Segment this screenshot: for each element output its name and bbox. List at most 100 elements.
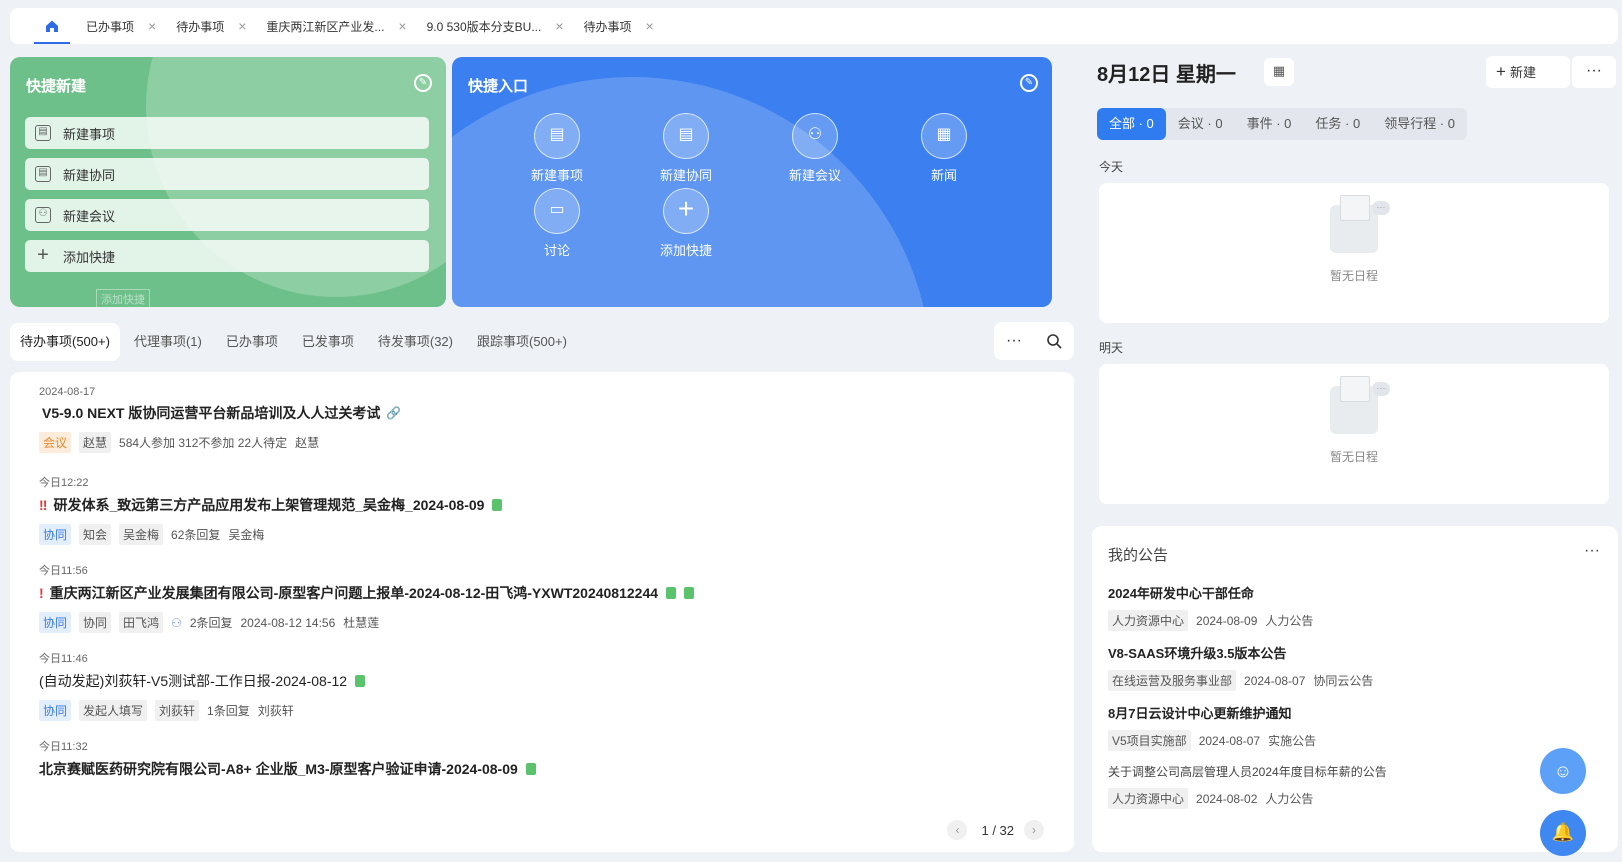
item-time: 2024-08-17	[39, 386, 96, 398]
drag-ghost-label: 添加快捷	[96, 289, 150, 307]
item-title[interactable]: (自动发起)刘荻轩-V5测试部-工作日报-2024-08-12	[39, 671, 366, 691]
document-icon	[492, 499, 503, 511]
filter-event[interactable]: 事件 · 0	[1235, 108, 1304, 140]
calendar-icon[interactable]: ▦	[1264, 58, 1294, 86]
today-label: 今天	[1099, 160, 1124, 174]
tab-sent[interactable]: 已发事项	[292, 323, 364, 361]
list-item[interactable]: 今日11:32 北京赛赋医药研究院有限公司-A8+ 企业版_M3-原型客户验证申…	[39, 738, 536, 779]
tab-tracking[interactable]: 跟踪事项(500+)	[467, 323, 577, 361]
announcement-item[interactable]: 8月7日云设计中心更新维护通知 V5项目实施部 2024-08-07 实施公告	[1108, 703, 1324, 751]
item-title[interactable]: ! 重庆两江新区产业发展集团有限公司-原型客户问题上报单-2024-08-12-田…	[39, 583, 695, 603]
announcement-item[interactable]: 关于调整公司高层管理人员2024年度目标年薪的公告 人力资源中心 2024-08-…	[1108, 763, 1387, 809]
tab-to-send[interactable]: 待发事项(32)	[368, 323, 463, 361]
list-item[interactable]: 今日12:22 ‼ 研发体系_致远第三方产品应用发布上架管理规范_吴金梅_2024…	[39, 474, 503, 545]
matter-icon: ▤	[35, 125, 51, 141]
announcement-panel: 我的公告 ··· 2024年研发中心干部任命 人力资源中心 2024-08-09 人…	[1092, 526, 1618, 852]
item-tags: 协同 发起人填写 刘荻轩 1条回复 刘荻轩	[39, 700, 365, 721]
quick-entry-item[interactable]: ▦ 新闻	[904, 113, 984, 184]
tag: 协同	[79, 612, 112, 633]
tab-home[interactable]	[30, 8, 74, 44]
tag: 吴金梅	[119, 524, 164, 545]
tag: 发起人填写	[79, 700, 148, 721]
document-icon	[355, 675, 366, 687]
plus-icon: +	[1496, 62, 1506, 81]
tab-pending[interactable]: 待办事项(500+)	[10, 323, 120, 361]
home-icon	[46, 20, 58, 32]
tag: 刘荻轩	[155, 700, 200, 721]
quick-entry-item[interactable]: ⚇ 新建会议	[775, 113, 855, 184]
more-button[interactable]: ···	[1006, 332, 1022, 350]
edit-icon[interactable]: ✎	[414, 74, 432, 92]
tab-item[interactable]: 重庆两江新区产业发... ×	[266, 8, 406, 44]
date-title: 8月12日 星期一	[1097, 64, 1236, 86]
close-icon[interactable]: ×	[398, 18, 406, 34]
tag: 协同	[39, 700, 72, 721]
prev-page-button[interactable]: ‹	[947, 820, 968, 840]
tab-item[interactable]: 9.0 530版本分支BU... ×	[427, 8, 564, 44]
tab-item[interactable]: 已办事项 ×	[86, 8, 156, 44]
quick-entry-item[interactable]: ▤ 新建协同	[646, 113, 726, 184]
list-item[interactable]: 2024-08-17 V5-9.0 NEXT 版协同运营平台新品培训及人人过关考…	[39, 386, 401, 453]
discussion-icon: ▭	[534, 188, 580, 234]
item-time: 今日11:56	[39, 565, 88, 577]
quick-create-item[interactable]: ▤ 新建事项	[25, 117, 429, 149]
filter-leader[interactable]: 领导行程 · 0	[1372, 108, 1467, 140]
tomorrow-label: 明天	[1099, 341, 1124, 355]
tag: 会议	[39, 432, 72, 453]
meeting-icon: ⚇	[35, 207, 51, 223]
item-meta: 吴金梅	[228, 528, 265, 542]
chat-bubble-icon: ···	[1372, 382, 1390, 396]
item-title[interactable]: ‼ 研发体系_致远第三方产品应用发布上架管理规范_吴金梅_2024-08-09	[39, 495, 503, 515]
new-schedule-button[interactable]: + 新建	[1486, 56, 1570, 88]
list-item[interactable]: 今日11:46 (自动发起)刘荻轩-V5测试部-工作日报-2024-08-12 …	[39, 650, 366, 721]
announcement-item[interactable]: V8-SAAS环境升级3.5版本公告 在线运营及服务事业部 2024-08-07 协…	[1108, 643, 1381, 691]
urgent-icon: !	[39, 585, 44, 601]
schedule-filter: 全部 · 0 会议 · 0 事件 · 0 任务 · 0 领导行程 · 0	[1097, 108, 1467, 140]
next-page-button[interactable]: ›	[1024, 820, 1044, 840]
quick-entry-item[interactable]: ▭ 讨论	[517, 188, 597, 259]
plus-icon: +	[37, 244, 49, 266]
tab-done[interactable]: 已办事项	[216, 323, 288, 361]
plus-icon: +	[663, 188, 709, 234]
todo-tabs: 待办事项(500+) 代理事项(1) 已办事项 已发事项 待发事项(32) 跟踪…	[10, 322, 581, 362]
tomorrow-schedule: ··· 暂无日程	[1099, 364, 1609, 504]
close-icon[interactable]: ×	[555, 18, 563, 34]
tab-item[interactable]: 待办事项 ×	[176, 8, 246, 44]
close-icon[interactable]: ×	[238, 18, 246, 34]
tag: 知会	[79, 524, 112, 545]
tab-agent[interactable]: 代理事项(1)	[124, 323, 212, 361]
notification-bell-icon[interactable]: 🔔	[1540, 810, 1586, 856]
tag: 协同	[39, 524, 72, 545]
edit-icon[interactable]: ✎	[1020, 74, 1038, 92]
close-icon[interactable]: ×	[646, 18, 654, 34]
announcement-item[interactable]: 2024年研发中心干部任命 人力资源中心 2024-08-09 人力公告	[1108, 583, 1321, 631]
quick-create-item[interactable]: ▤ 新建协同	[25, 158, 429, 190]
item-time: 今日12:22	[39, 477, 89, 489]
item-time: 今日11:32	[39, 741, 88, 753]
quick-create-item[interactable]: + 添加快捷	[25, 240, 429, 272]
item-meta: 62条回复	[171, 528, 221, 542]
tab-item[interactable]: 待办事项 ×	[584, 8, 654, 44]
item-title[interactable]: V5-9.0 NEXT 版协同运营平台新品培训及人人过关考试 🔗	[39, 403, 401, 423]
collab-icon: ▤	[35, 166, 51, 182]
empty-state: ··· 暂无日程	[1314, 195, 1394, 284]
todo-tools: ···	[994, 322, 1074, 360]
quick-entry-item[interactable]: ▤ 新建事项	[517, 113, 597, 184]
filter-task[interactable]: 任务 · 0	[1303, 108, 1372, 140]
quick-entry-item[interactable]: + 添加快捷	[646, 188, 726, 259]
item-meta: 2024-08-12 14:56	[240, 615, 336, 630]
item-tags: 协同 协同 田飞鸿 ⚇ 2条回复 2024-08-12 14:56 杜慧莲	[39, 612, 694, 633]
tag: 赵慧	[79, 432, 112, 453]
calendar-more-button[interactable]: ···	[1572, 56, 1616, 88]
document-icon	[666, 587, 677, 599]
item-title[interactable]: 北京赛赋医药研究院有限公司-A8+ 企业版_M3-原型客户验证申请-2024-0…	[39, 759, 536, 779]
search-icon[interactable]	[1046, 333, 1062, 349]
announcement-more-button[interactable]: ···	[1584, 542, 1600, 560]
filter-meeting[interactable]: 会议 · 0	[1166, 108, 1235, 140]
quick-create-item[interactable]: ⚇ 新建会议	[25, 199, 429, 231]
item-meta: 杜慧莲	[343, 616, 380, 630]
close-icon[interactable]: ×	[148, 18, 156, 34]
assistant-robot-icon[interactable]: ☺	[1540, 748, 1586, 794]
filter-all[interactable]: 全部 · 0	[1097, 108, 1166, 140]
list-item[interactable]: 今日11:56 ! 重庆两江新区产业发展集团有限公司-原型客户问题上报单-2024…	[39, 562, 695, 633]
